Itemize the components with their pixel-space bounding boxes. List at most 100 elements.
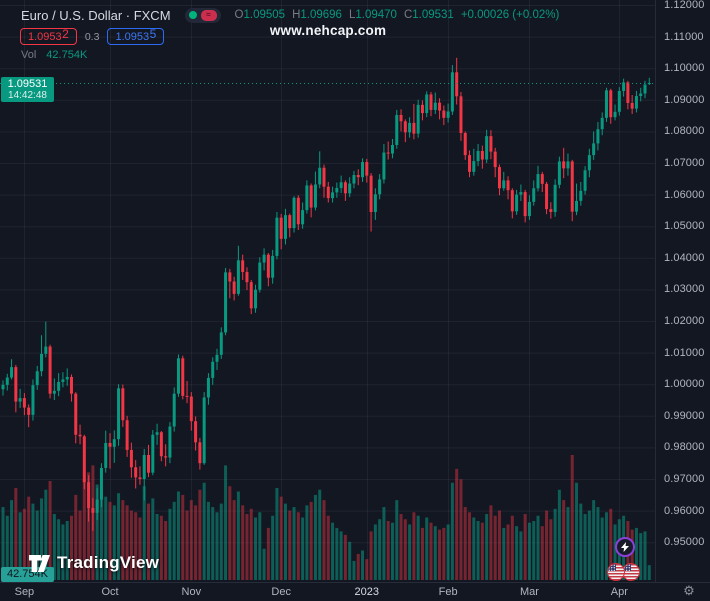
volume-bar bbox=[600, 517, 604, 580]
volume-bar bbox=[219, 503, 223, 580]
time-axis-label: Apr bbox=[610, 586, 628, 598]
candle-body bbox=[356, 175, 360, 178]
candle-body bbox=[69, 376, 73, 394]
price-axis[interactable]: 1.12000 1.11000 1.10000 1.09000 1.08000 1.070… bbox=[655, 0, 710, 582]
volume-bar bbox=[288, 510, 292, 580]
volume-bar bbox=[643, 531, 647, 580]
candle-body bbox=[189, 396, 193, 422]
change-value: +0.00026 (+0.02%) bbox=[460, 9, 560, 21]
volume-bar bbox=[506, 524, 510, 580]
candle-body bbox=[61, 379, 65, 382]
candle-body bbox=[519, 192, 523, 195]
volume-bar bbox=[326, 515, 330, 580]
volume-bar bbox=[224, 465, 228, 580]
candle-body bbox=[617, 90, 621, 112]
volume-bar bbox=[339, 531, 343, 580]
candle-body bbox=[27, 407, 31, 415]
volume-bar bbox=[386, 520, 390, 580]
volume-bar bbox=[176, 491, 180, 580]
candle-body bbox=[326, 186, 330, 199]
candle-body bbox=[31, 385, 35, 415]
volume-bar bbox=[236, 491, 240, 580]
candle-body bbox=[10, 367, 14, 378]
candle-body bbox=[463, 132, 467, 156]
candle-body bbox=[446, 111, 450, 118]
candle-body bbox=[57, 381, 61, 391]
candle-body bbox=[331, 192, 335, 199]
candle-body bbox=[159, 432, 163, 457]
candle-body bbox=[502, 180, 506, 189]
volume-bar bbox=[382, 507, 386, 580]
volume-bar bbox=[583, 514, 587, 580]
candlestick-chart[interactable] bbox=[0, 0, 656, 582]
candle-body bbox=[339, 182, 343, 188]
candle-body bbox=[219, 332, 223, 355]
tradingview-logo[interactable]: TradingView bbox=[28, 553, 159, 573]
candle-body bbox=[527, 201, 531, 217]
candle-body bbox=[433, 102, 437, 110]
volume-bar bbox=[348, 541, 352, 580]
volume-bar bbox=[540, 526, 544, 580]
volume-bar bbox=[575, 482, 579, 580]
volume-bar bbox=[412, 512, 416, 580]
volume-bar bbox=[309, 501, 313, 580]
volume-bar bbox=[489, 505, 493, 580]
volume-bar bbox=[579, 503, 583, 580]
buy-ask-button[interactable]: 1.0953 5 bbox=[107, 27, 165, 45]
candle-body bbox=[249, 282, 253, 309]
symbol-title[interactable]: Euro / U.S. Dollar · FXCM bbox=[21, 8, 171, 23]
candle-body bbox=[228, 272, 232, 282]
candle-body bbox=[121, 388, 125, 421]
candle-body bbox=[44, 346, 48, 354]
candle-body bbox=[99, 467, 103, 500]
candle-body bbox=[626, 82, 630, 103]
volume-bar bbox=[198, 489, 202, 580]
price-axis-label: 1.06000 bbox=[664, 188, 705, 201]
candle-body bbox=[164, 456, 168, 458]
candle-body bbox=[292, 197, 296, 229]
volume-bar bbox=[159, 515, 163, 580]
volume-bar bbox=[403, 519, 407, 580]
candle-body bbox=[600, 117, 604, 130]
volume-bar bbox=[373, 524, 377, 580]
bid-price-pip: 2 bbox=[62, 27, 69, 41]
price-axis-label: 1.07000 bbox=[664, 157, 705, 169]
candle-body bbox=[566, 161, 570, 169]
symbol-status-chips[interactable]: ≈ bbox=[184, 7, 221, 23]
candle-body bbox=[497, 167, 501, 189]
volume-bar bbox=[335, 527, 339, 580]
ask-price: 1.0953 bbox=[115, 31, 150, 43]
volume-bar bbox=[562, 500, 566, 580]
volume-bar bbox=[399, 514, 403, 580]
volume-bar bbox=[279, 496, 283, 580]
time-axis[interactable]: Sep Oct Nov Dec 2023 Feb Mar Apr bbox=[0, 582, 710, 601]
candle-body bbox=[386, 152, 390, 154]
candle-body bbox=[575, 200, 579, 212]
candle-body bbox=[279, 217, 283, 239]
volume-bar bbox=[390, 522, 394, 580]
volume-bar bbox=[497, 510, 501, 580]
price-axis-label: 1.05000 bbox=[664, 220, 705, 233]
volume-bar bbox=[296, 512, 300, 580]
candle-body bbox=[442, 110, 446, 118]
livestream-bubble[interactable] bbox=[615, 537, 635, 557]
candle-body bbox=[147, 454, 151, 473]
candle-wick bbox=[165, 444, 167, 467]
candle-body bbox=[288, 215, 292, 229]
candle-body bbox=[335, 187, 339, 193]
volume-bar bbox=[442, 527, 446, 580]
candle-body bbox=[553, 184, 557, 212]
volume-bar bbox=[455, 468, 459, 580]
price-axis-label: 0.95000 bbox=[664, 536, 705, 549]
volume-bar bbox=[502, 527, 506, 580]
sell-bid-button[interactable]: 1.0953 2 bbox=[20, 27, 77, 45]
candle-body bbox=[232, 281, 236, 294]
candle-body bbox=[493, 151, 497, 168]
candle-body bbox=[485, 136, 489, 160]
price-axis-label: 0.96000 bbox=[664, 504, 705, 517]
volume-value: 42.754K bbox=[46, 49, 88, 61]
volume-bar bbox=[536, 515, 540, 580]
volume-bar bbox=[476, 520, 480, 580]
economic-events-bubble[interactable] bbox=[607, 562, 641, 582]
gear-icon[interactable]: ⚙ bbox=[681, 584, 697, 598]
